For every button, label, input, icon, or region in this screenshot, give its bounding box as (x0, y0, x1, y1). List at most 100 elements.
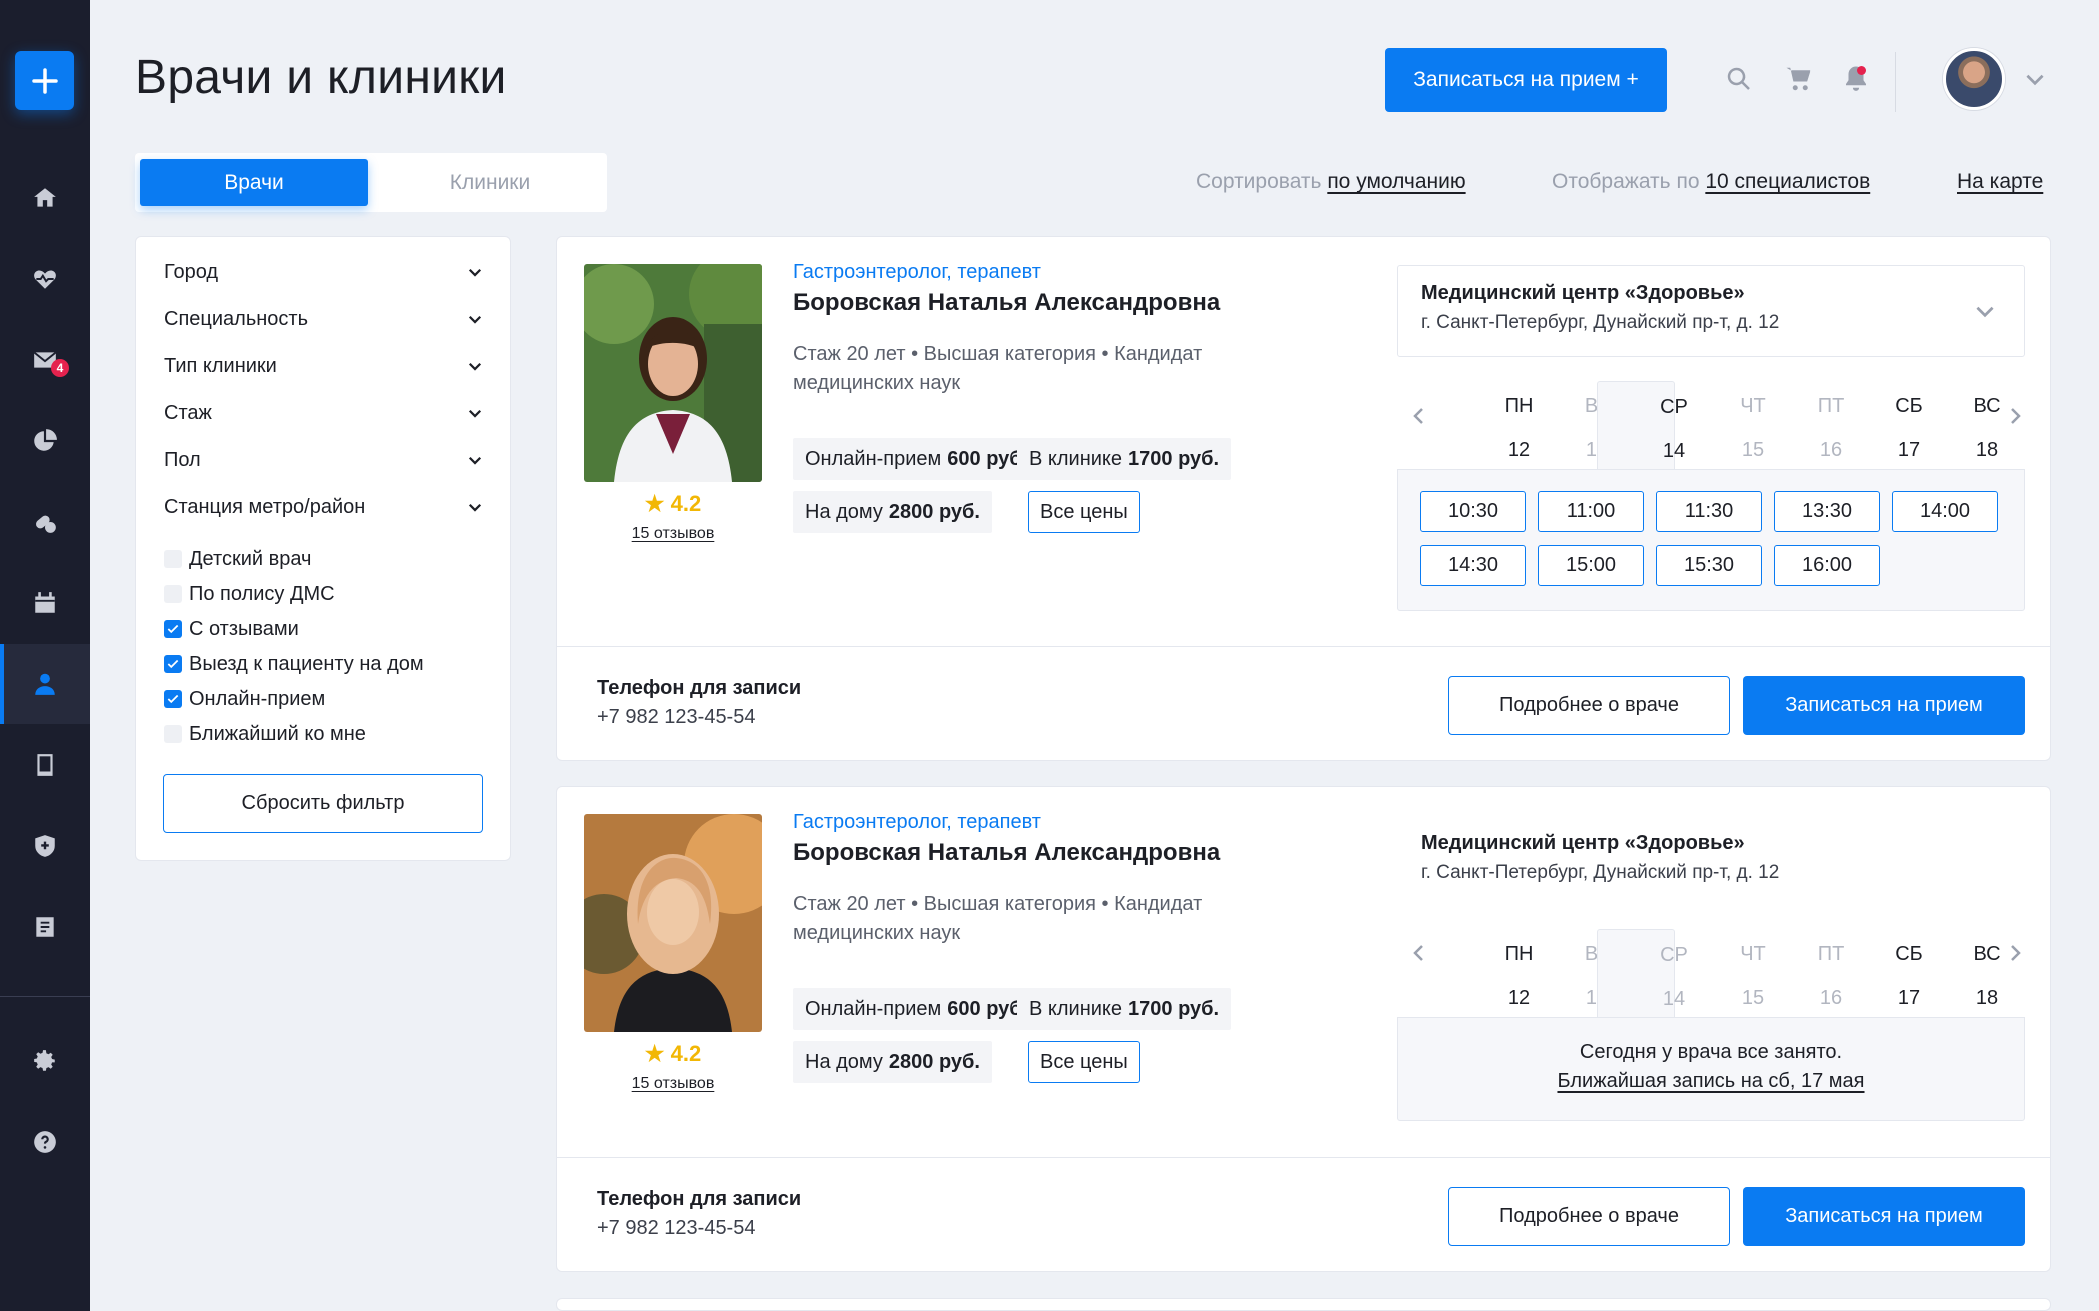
sidebar-item-settings[interactable] (0, 1021, 90, 1101)
time-slot-button[interactable]: 14:00 (1892, 491, 1998, 532)
price-clinic: В клинике 1700 руб. (1017, 438, 1232, 480)
clinic-dropdown-toggle[interactable] (1972, 298, 1998, 329)
sidebar-item-health[interactable] (0, 239, 90, 319)
day-mon[interactable]: ПН 12 (1441, 381, 1534, 469)
no-slots-panel: Сегодня у врача все занято. Ближайшая за… (1397, 1017, 2025, 1121)
checkbox-box[interactable] (164, 690, 182, 708)
date: 18 (1975, 987, 1999, 1009)
map-view-link[interactable]: На карте (1957, 170, 2043, 194)
day-sun[interactable]: ВС 18 (1909, 381, 2000, 469)
sidebar-item-help[interactable] (0, 1102, 90, 1182)
time-slot-button[interactable]: 15:00 (1538, 545, 1644, 586)
time-slot-button[interactable]: 10:30 (1420, 491, 1526, 532)
sidebar-item-insurance[interactable] (0, 806, 90, 886)
filter-dms-checkbox[interactable]: По полису ДМС (164, 581, 335, 607)
day-tue[interactable]: ВТ13 (1519, 381, 1609, 469)
book-appointment-button[interactable]: Записаться на прием (1743, 676, 2025, 735)
doctor-name[interactable]: Боровская Наталья Александровна (793, 289, 1220, 317)
doctor-photo[interactable] (584, 814, 762, 1032)
filter-label: Пол (164, 448, 201, 471)
doctor-details-button[interactable]: Подробнее о враче (1448, 676, 1730, 735)
sort-value[interactable]: по умолчанию (1327, 170, 1465, 193)
add-button[interactable] (15, 51, 74, 110)
reviews-link[interactable]: 15 отзывов (584, 525, 762, 543)
day-thu[interactable]: ЧТ 15 (1675, 929, 1766, 1017)
filter-specialty-dropdown[interactable]: Специальность (164, 304, 484, 334)
checkbox-box[interactable] (164, 620, 182, 638)
all-prices-button[interactable]: Все цены (1028, 1041, 1140, 1083)
avatar[interactable] (1943, 48, 2005, 110)
filter-metro-dropdown[interactable]: Станция метро/район (164, 492, 484, 522)
day-wed[interactable]: СР 14 (1597, 381, 1688, 469)
time-slot-button[interactable]: 11:30 (1656, 491, 1762, 532)
reviews-link[interactable]: 15 отзывов (584, 1075, 762, 1093)
filter-children-checkbox[interactable]: Детский врач (164, 546, 311, 572)
time-slot-button[interactable]: 15:30 (1656, 545, 1762, 586)
check-icon (167, 624, 179, 634)
day-thu[interactable]: ЧТ 15 (1675, 381, 1766, 469)
checkbox-box[interactable] (164, 655, 182, 673)
tab-clinics[interactable]: Клиники (395, 159, 585, 206)
page-size-control[interactable]: Отображать по 10 специалистов (1552, 170, 1870, 194)
view-tabs: Врачи Клиники (135, 153, 607, 212)
calendar-icon (35, 592, 55, 613)
filter-gender-dropdown[interactable]: Пол (164, 445, 484, 475)
heart-pulse-icon (34, 270, 56, 289)
book-appointment-button[interactable]: Записаться на прием (1743, 1187, 2025, 1246)
sidebar-item-analytics[interactable] (0, 401, 90, 481)
tab-doctors[interactable]: Врачи (140, 159, 368, 206)
day-sun[interactable]: ВС 18 (1909, 929, 2000, 1017)
time-slot-button[interactable]: 13:30 (1774, 491, 1880, 532)
time-slot-button[interactable]: 16:00 (1774, 545, 1880, 586)
nearest-slot-link[interactable]: Ближайшая запись на сб, 17 мая (1398, 1067, 2024, 1096)
doctor-details-button[interactable]: Подробнее о враче (1448, 1187, 1730, 1246)
sidebar-item-calendar[interactable] (0, 563, 90, 643)
day-wed[interactable]: СР 14 (1597, 929, 1688, 1017)
sidebar-item-medicines[interactable] (0, 482, 90, 562)
day-fri[interactable]: ПТ 16 (1753, 381, 1845, 469)
chevron-down-icon (2026, 74, 2044, 86)
price-online: Онлайн-прием 600 руб. (793, 438, 1040, 480)
filter-city-dropdown[interactable]: Город (164, 257, 484, 287)
day-fri[interactable]: ПТ 16 (1753, 929, 1845, 1017)
search-button[interactable] (1724, 64, 1754, 94)
cart-icon (1786, 67, 1811, 91)
sidebar-item-devices[interactable] (0, 725, 90, 805)
clinic-selector[interactable]: Медицинский центр «Здоровье» г. Санкт-Пе… (1397, 265, 2025, 357)
phone-number[interactable]: +7 982 123-45-54 (597, 1217, 755, 1240)
checkbox-box[interactable] (164, 550, 182, 568)
page-size-value[interactable]: 10 специалистов (1705, 170, 1870, 193)
sidebar-item-doctors[interactable] (0, 644, 90, 724)
filter-home-visit-checkbox[interactable]: Выезд к пациенту на дом (164, 651, 424, 677)
time-slot-button[interactable]: 11:00 (1538, 491, 1644, 532)
cart-button[interactable] (1784, 64, 1814, 94)
time-slot-button[interactable]: 14:30 (1420, 545, 1526, 586)
all-prices-button[interactable]: Все цены (1028, 491, 1140, 533)
filter-reviews-checkbox[interactable]: С отзывами (164, 616, 299, 642)
sort-control[interactable]: Сортировать по умолчанию (1196, 170, 1466, 194)
pills-icon (36, 515, 56, 533)
checkbox-box[interactable] (164, 725, 182, 743)
sidebar-item-mail[interactable]: 4 (0, 320, 90, 400)
filter-nearest-checkbox[interactable]: Ближайший ко мне (164, 721, 366, 747)
profile-menu-toggle[interactable] (2022, 66, 2048, 92)
day-tue[interactable]: ВТ13 (1519, 929, 1609, 1017)
filter-online-checkbox[interactable]: Онлайн-прием (164, 686, 325, 712)
week-days: ПН12 ВТ13 СР14 ЧТ15 ПТ16 СБ17 ВС 18 (1397, 929, 2025, 1017)
sidebar-item-records[interactable] (0, 887, 90, 967)
book-appointment-top-button[interactable]: Записаться на прием + (1385, 48, 1667, 112)
doctor-name[interactable]: Боровская Наталья Александровна (793, 839, 1220, 867)
reset-filter-button[interactable]: Сбросить фильтр (163, 774, 483, 833)
filter-experience-dropdown[interactable]: Стаж (164, 398, 484, 428)
doctor-specialty: Гастроэнтеролог, терапевт (793, 261, 1041, 283)
day-sat[interactable]: СБ 17 (1831, 929, 1923, 1017)
checkbox-box[interactable] (164, 585, 182, 603)
phone-number[interactable]: +7 982 123-45-54 (597, 706, 755, 729)
notifications-button[interactable] (1841, 64, 1871, 94)
checkbox-label: Детский врач (189, 547, 312, 570)
doctor-photo[interactable] (584, 264, 762, 482)
filter-clinic-type-dropdown[interactable]: Тип клиники (164, 351, 484, 381)
sidebar-item-home[interactable] (0, 158, 90, 238)
day-sat[interactable]: СБ 17 (1831, 381, 1923, 469)
day-mon[interactable]: ПН 12 (1441, 929, 1534, 1017)
